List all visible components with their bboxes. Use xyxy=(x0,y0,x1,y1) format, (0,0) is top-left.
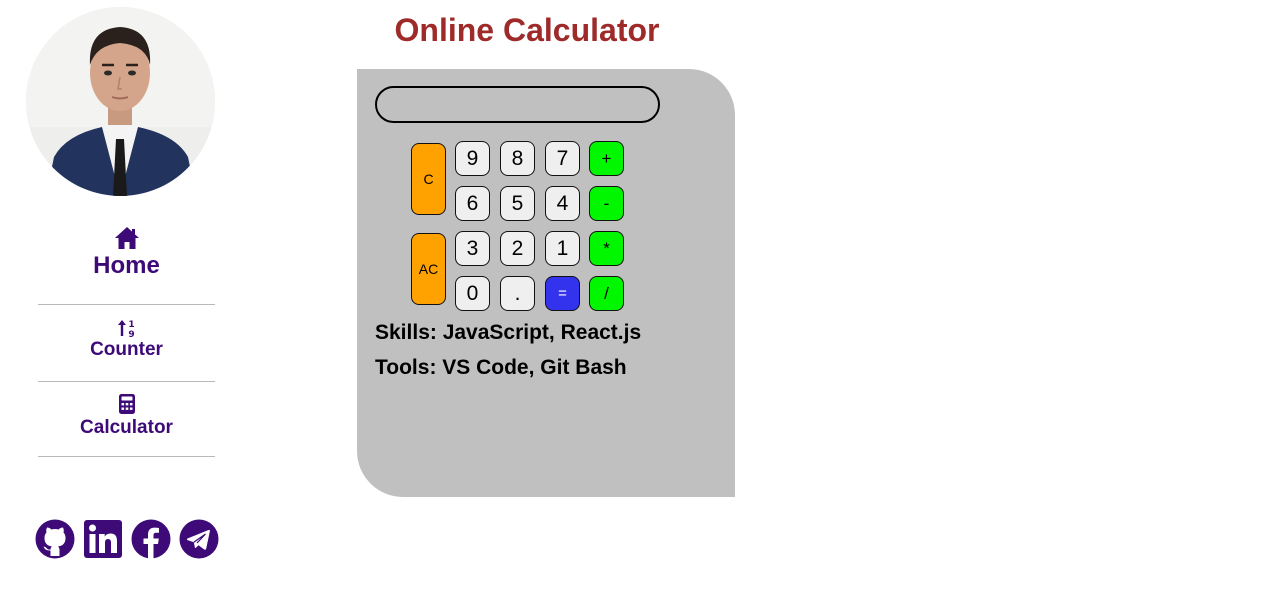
facebook-link[interactable] xyxy=(131,519,171,559)
divider xyxy=(38,381,215,382)
sort-arrows-icon: 1 9 xyxy=(117,320,134,338)
avatar xyxy=(26,7,215,196)
sidebar: Home 1 9 Counter Calculator xyxy=(0,0,256,599)
key-7[interactable]: 7 xyxy=(545,141,580,176)
divider xyxy=(38,304,215,305)
telegram-link[interactable] xyxy=(179,519,219,559)
sidebar-item-label: Home xyxy=(93,252,160,279)
key-1[interactable]: 1 xyxy=(545,231,580,266)
sidebar-item-calculator[interactable]: Calculator xyxy=(38,393,215,449)
sidebar-item-counter[interactable]: 1 9 Counter xyxy=(38,318,215,374)
key-2[interactable]: 2 xyxy=(500,231,535,266)
facebook-icon xyxy=(131,519,171,559)
svg-text:1: 1 xyxy=(128,320,134,330)
skills-text: Skills: JavaScript, React.js xyxy=(375,321,642,344)
key-decimal[interactable]: . xyxy=(500,276,535,311)
calculator-panel: C AC 9 8 7 + 6 5 4 - 3 2 1 * 0 . = / Ski… xyxy=(357,69,735,497)
key-plus[interactable]: + xyxy=(589,141,624,176)
svg-text:9: 9 xyxy=(128,330,134,338)
clear-button[interactable]: C xyxy=(411,143,446,215)
linkedin-link[interactable] xyxy=(83,519,123,559)
all-clear-button[interactable]: AC xyxy=(411,233,446,305)
key-5[interactable]: 5 xyxy=(500,186,535,221)
github-link[interactable] xyxy=(35,519,75,559)
key-9[interactable]: 9 xyxy=(455,141,490,176)
calculator-icon xyxy=(118,394,135,414)
key-0[interactable]: 0 xyxy=(455,276,490,311)
telegram-icon xyxy=(179,519,219,559)
github-icon xyxy=(35,519,75,559)
key-3[interactable]: 3 xyxy=(455,231,490,266)
equals-button[interactable]: = xyxy=(545,276,580,311)
sidebar-item-label: Counter xyxy=(90,339,163,360)
key-multiply[interactable]: * xyxy=(589,231,624,266)
key-6[interactable]: 6 xyxy=(455,186,490,221)
key-divide[interactable]: / xyxy=(589,276,624,311)
sidebar-item-label: Calculator xyxy=(80,417,173,438)
key-4[interactable]: 4 xyxy=(545,186,580,221)
linkedin-icon xyxy=(84,520,122,558)
tools-text: Tools: VS Code, Git Bash xyxy=(375,356,627,379)
key-8[interactable]: 8 xyxy=(500,141,535,176)
key-minus[interactable]: - xyxy=(589,186,624,221)
home-icon xyxy=(114,227,139,249)
sidebar-item-home[interactable]: Home xyxy=(38,226,215,294)
page-title: Online Calculator xyxy=(394,12,660,48)
calculator-display[interactable] xyxy=(375,86,660,123)
divider xyxy=(38,456,215,457)
profile-photo xyxy=(26,7,215,196)
